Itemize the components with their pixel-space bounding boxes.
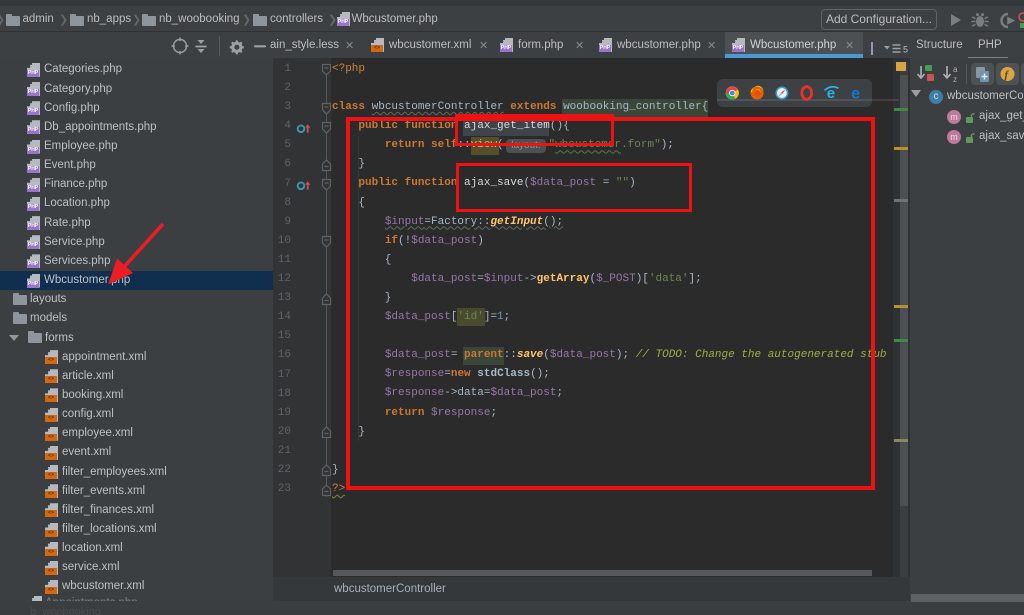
svg-text:5: 5: [903, 45, 908, 55]
svg-text:e: e: [851, 86, 860, 101]
svg-text:a: a: [953, 65, 958, 74]
svg-text:z: z: [953, 75, 957, 84]
